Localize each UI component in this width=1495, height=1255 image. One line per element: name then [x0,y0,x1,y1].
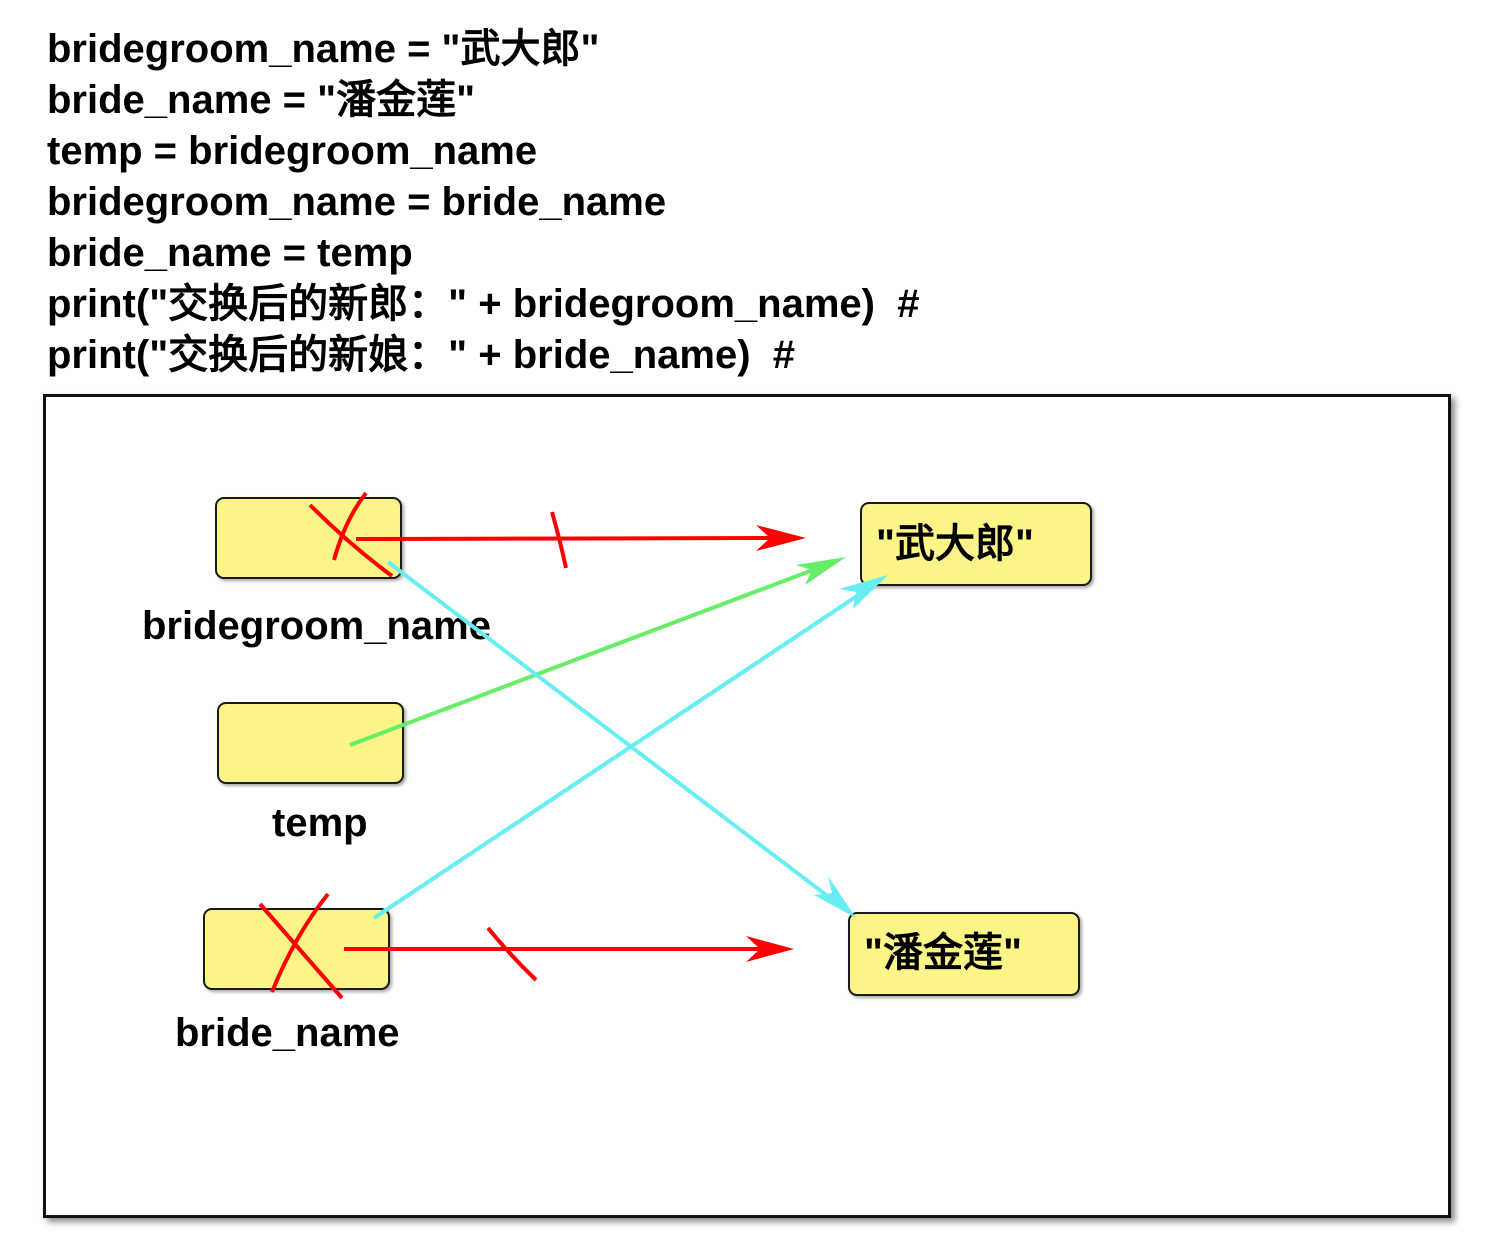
reference-arrows [258,491,888,1000]
swapped-reference-arrow-bridegroom [386,560,856,918]
strike-mark-icon [486,926,538,982]
cross-mark-bridegroom-icon [308,491,394,578]
removed-reference-arrow-bridegroom [355,511,806,569]
removed-reference-arrow-bride [344,926,794,982]
swapped-reference-arrow-bride [372,575,888,920]
cross-mark-bride-icon [258,892,344,1000]
